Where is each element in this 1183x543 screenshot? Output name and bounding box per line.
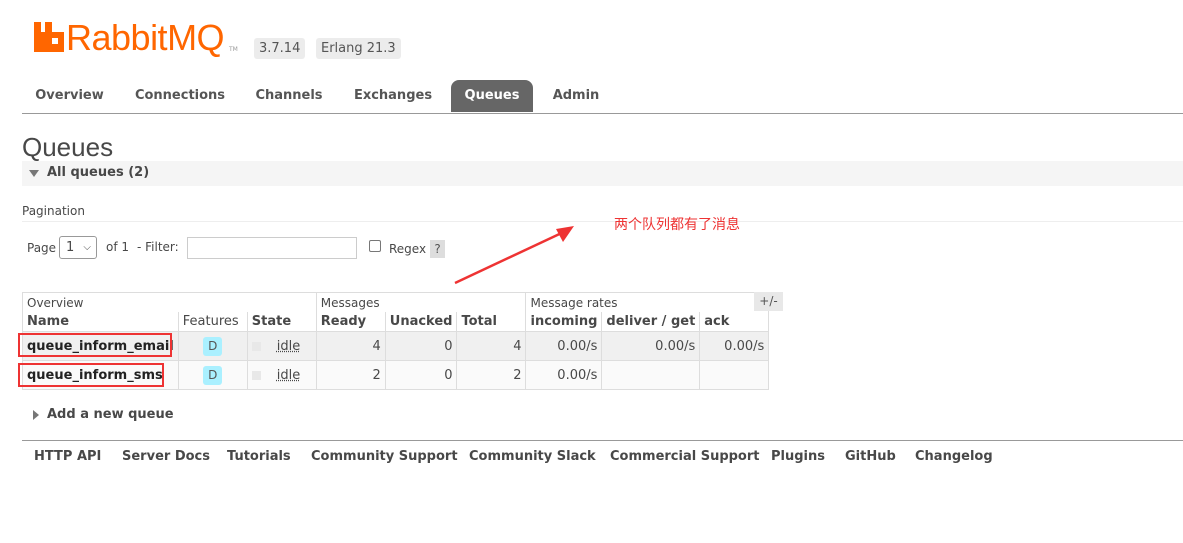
chevron-down-icon: ⌵ [83,242,91,253]
ack-cell [699,360,770,390]
ready-cell: 4 [315,331,386,361]
footer-link-http-api[interactable]: HTTP API [34,449,101,464]
highlight-box [18,363,164,387]
tab-overview[interactable]: Overview [22,80,117,112]
unacked-cell: 0 [384,331,458,361]
total-cell: 2 [456,360,527,390]
footer-link-commercial-support[interactable]: Commercial Support [610,449,760,464]
group-messages: Messages [315,292,527,312]
col-features: Features [177,312,248,332]
durable-badge: D [203,336,223,356]
footer-link-plugins[interactable]: Plugins [771,449,825,464]
ack-cell: 0.00/s [699,331,770,361]
columns-toggle-button[interactable]: +/- [754,292,783,311]
group-message-rates: Message rates [525,292,770,312]
tab-channels[interactable]: Channels [244,80,334,112]
rabbitmq-logo-icon [34,22,64,52]
filter-label: - Filter: [137,240,179,254]
footer-link-server-docs[interactable]: Server Docs [122,449,210,464]
expand-arrow-icon[interactable] [33,410,39,420]
page-select[interactable]: 1 ⌵ [59,236,97,259]
col-name[interactable]: Name [22,312,179,332]
pagination-heading: Pagination [22,204,85,218]
tab-admin[interactable]: Admin [542,80,610,112]
col-ready[interactable]: Ready [315,312,386,332]
incoming-cell: 0.00/s [525,360,603,390]
state-cell: idle [246,331,317,361]
col-unacked[interactable]: Unacked [384,312,458,332]
section-header[interactable] [22,161,1183,186]
logo-trademark: TM [229,46,238,53]
state-indicator-icon [251,370,261,380]
durable-badge: D [203,365,223,385]
regex-label: Regex [389,242,427,256]
annotation-arrow-icon [454,226,574,285]
feature-cell: D [177,331,248,361]
state-indicator-icon [251,341,261,351]
tab-connections[interactable]: Connections [125,80,235,112]
annotation-text: 两个队列都有了消息 [614,217,740,233]
page-select-value: 1 [66,240,75,255]
deliver-get-cell: 0.00/s [601,331,701,361]
page-title: Queues [22,132,114,162]
filter-input[interactable] [187,237,357,259]
tab-queues[interactable]: Queues [451,80,533,112]
col-deliver-get[interactable]: deliver / get [601,312,701,332]
logo-wordmark: RabbitMQ [66,17,225,58]
col-state[interactable]: State [246,312,317,332]
footer-link-github[interactable]: GitHub [845,449,896,464]
erlang-badge: Erlang 21.3 [316,38,401,59]
page-label: Page [27,241,57,255]
footer-divider [22,440,1183,441]
col-ack[interactable]: ack [699,312,770,332]
state-cell: idle [246,360,317,390]
footer-link-tutorials[interactable]: Tutorials [227,449,291,464]
tab-exchanges[interactable]: Exchanges [345,80,441,112]
unacked-cell: 0 [384,360,458,390]
feature-cell: D [177,360,248,390]
divider [22,221,1183,222]
footer-link-changelog[interactable]: Changelog [915,449,993,464]
deliver-get-cell [601,360,701,390]
version-badge: 3.7.14 [254,38,306,59]
section-title[interactable]: All queues (2) [47,165,149,180]
help-button[interactable]: ? [430,240,445,258]
highlight-box [18,333,172,357]
total-cell: 4 [456,331,527,361]
add-queue-toggle[interactable]: Add a new queue [47,407,174,422]
footer-link-community-support[interactable]: Community Support [311,449,458,464]
page-count: of 1 [106,240,130,254]
footer-link-community-slack[interactable]: Community Slack [469,449,596,464]
ready-cell: 2 [315,360,386,390]
collapse-arrow-icon[interactable] [29,170,39,177]
incoming-cell: 0.00/s [525,331,603,361]
col-incoming[interactable]: incoming [525,312,603,332]
regex-checkbox[interactable] [369,240,381,252]
col-total[interactable]: Total [456,312,527,332]
main-tabs: Overview Connections Channels Exchanges … [22,80,1183,114]
group-overview: Overview [22,292,317,312]
